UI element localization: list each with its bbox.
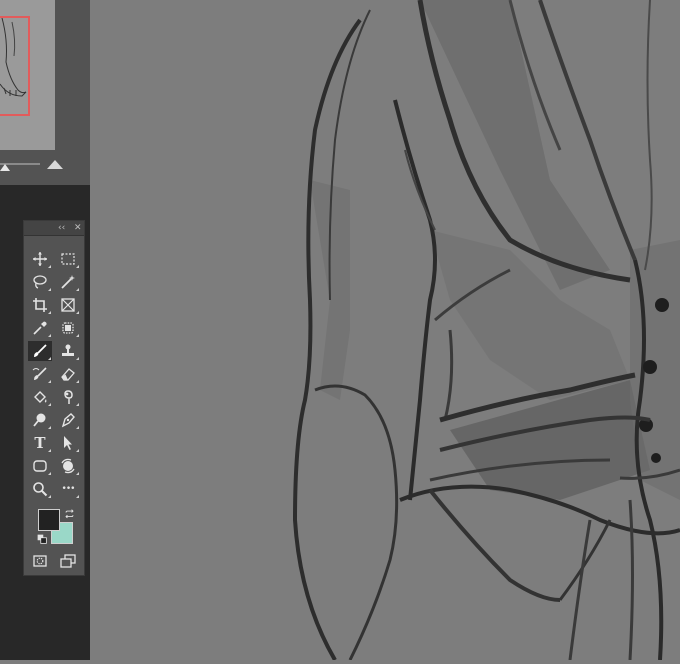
eyedropper-icon[interactable] — [28, 318, 52, 338]
tools-panel-header[interactable]: ‹‹ ✕ — [24, 221, 84, 236]
large-mountain-icon[interactable] — [47, 160, 63, 169]
rotate-view-icon[interactable] — [56, 456, 80, 476]
collapse-icon[interactable]: ‹‹ — [58, 221, 65, 235]
zoom-icon[interactable] — [28, 479, 52, 499]
navigator-zoom-handle[interactable] — [0, 164, 10, 171]
eraser-icon[interactable] — [56, 364, 80, 384]
history-brush-icon[interactable] — [28, 364, 52, 384]
patch-icon[interactable] — [56, 318, 80, 338]
marquee-icon[interactable] — [56, 249, 80, 269]
smudge-icon[interactable] — [56, 387, 80, 407]
magic-wand-icon[interactable] — [56, 272, 80, 292]
navigator-panel — [0, 0, 90, 185]
lasso-icon[interactable] — [28, 272, 52, 292]
brush-icon[interactable] — [28, 341, 52, 361]
arrow-icon[interactable] — [56, 433, 80, 453]
navigator-view-box[interactable] — [0, 16, 30, 116]
more-tools-label: ••• — [61, 484, 76, 494]
dodge-icon[interactable] — [28, 410, 52, 430]
foreground-color-swatch[interactable] — [38, 509, 60, 531]
canvas[interactable] — [90, 0, 680, 662]
left-panel: ‹‹ ✕ T ••• — [0, 0, 90, 660]
move-icon[interactable] — [28, 249, 52, 269]
type-tool-label: T — [34, 434, 46, 452]
paint-bucket-icon[interactable] — [28, 387, 52, 407]
pen-icon[interactable] — [56, 410, 80, 430]
swap-colors-icon[interactable] — [62, 507, 76, 521]
close-icon[interactable]: ✕ — [74, 221, 82, 235]
stamp-icon[interactable] — [56, 341, 80, 361]
frame-icon[interactable] — [56, 295, 80, 315]
screen-mode-icon[interactable] — [56, 551, 80, 571]
quick-mask-icon[interactable] — [28, 551, 52, 571]
default-colors-icon[interactable] — [36, 533, 48, 545]
canvas-sketch — [292, 0, 680, 662]
navigator-thumbnail[interactable] — [0, 0, 55, 150]
type-icon[interactable]: T — [28, 433, 52, 453]
crop-icon[interactable] — [28, 295, 52, 315]
ellipsis-icon[interactable]: ••• — [56, 479, 80, 499]
rounded-rect-icon[interactable] — [28, 456, 52, 476]
tools-panel: ‹‹ ✕ T ••• — [23, 220, 85, 576]
